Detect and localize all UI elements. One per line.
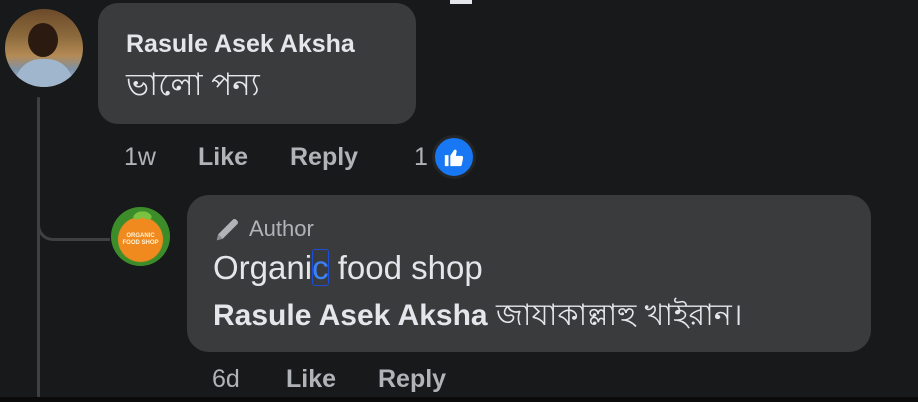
like-button[interactable]: Like bbox=[198, 140, 248, 174]
page-avatar[interactable]: ORGANIC FOOD SHOP bbox=[111, 207, 170, 266]
thread-line bbox=[37, 97, 40, 402]
avatar-logo-text: ORGANIC FOOD SHOP bbox=[122, 233, 159, 246]
reply-like-button[interactable]: Like bbox=[286, 362, 336, 396]
reply-message: জাযাকাল্লাহু খাইরান। bbox=[495, 299, 743, 332]
reply-timestamp[interactable]: 6d bbox=[212, 362, 240, 396]
leaf-icon bbox=[139, 209, 153, 222]
reply-reply-button[interactable]: Reply bbox=[378, 362, 446, 396]
comment-text: ভালো পন্য bbox=[126, 67, 260, 102]
avatar-head bbox=[28, 23, 58, 57]
avatar-body bbox=[15, 59, 73, 87]
comment-timestamp[interactable]: 1w bbox=[124, 140, 156, 174]
reply-bubble: Author Organic food shop Rasule Asek Aks… bbox=[187, 195, 871, 352]
reply-button[interactable]: Reply bbox=[290, 140, 358, 174]
avatar[interactable] bbox=[5, 9, 83, 87]
pencil-icon bbox=[216, 219, 238, 241]
reaction-count[interactable]: 1 bbox=[414, 140, 428, 174]
comment-author-name[interactable]: Rasule Asek Aksha bbox=[126, 29, 416, 59]
comment-bubble: Rasule Asek Aksha ভালো পন্য bbox=[98, 3, 416, 124]
author-badge-label: Author bbox=[249, 216, 314, 241]
page-name[interactable]: Organic food shop bbox=[213, 247, 483, 289]
thread-connector bbox=[37, 205, 110, 241]
mention-link[interactable]: Rasule Asek Aksha bbox=[213, 299, 488, 332]
bottom-edge bbox=[0, 397, 918, 402]
top-edge-marker bbox=[450, 0, 472, 4]
reply-text: Rasule Asek Aksha জাযাকাল্লাহু খাইরান। bbox=[213, 295, 743, 337]
author-badge: Author bbox=[213, 213, 314, 245]
thumbs-up-icon[interactable] bbox=[432, 135, 476, 179]
